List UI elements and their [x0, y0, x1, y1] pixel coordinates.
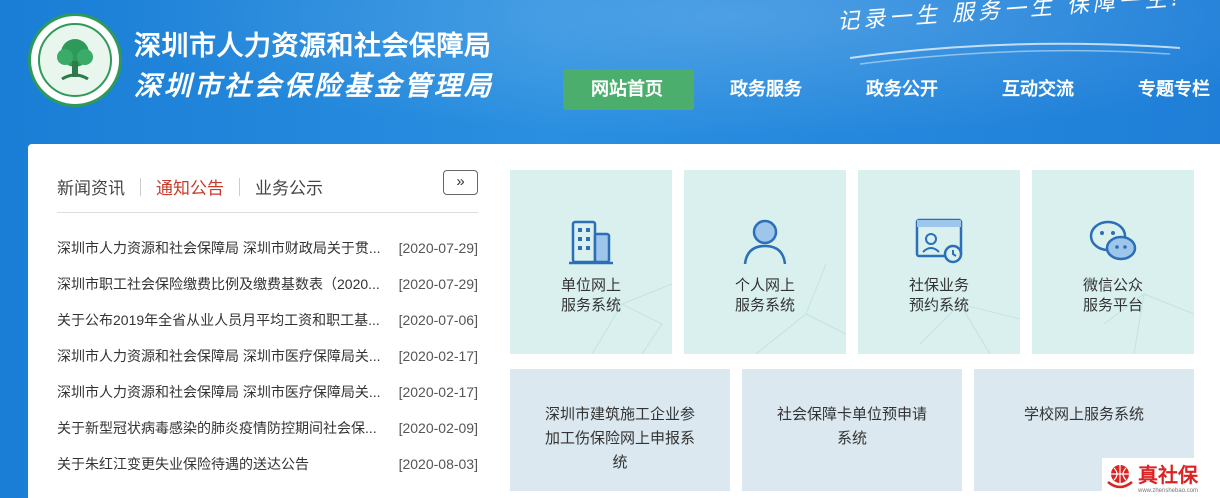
news-title[interactable]: 关于朱红江变更失业保险待遇的送达公告: [57, 454, 385, 474]
tile-label: 个人网上 服务系统: [734, 277, 795, 314]
tile-label: 微信公众 服务平台: [1082, 277, 1143, 314]
tab-notices[interactable]: 通知公告: [156, 174, 224, 199]
tab-divider: [140, 177, 141, 196]
tile-label: 单位网上 服务系统: [560, 277, 621, 314]
org-name-primary: 深圳市人力资源和社会保障局: [134, 31, 492, 62]
news-title[interactable]: 深圳市人力资源和社会保障局 深圳市医疗保障局关...: [57, 382, 385, 402]
news-date: [2020-08-03]: [398, 456, 478, 472]
tab-news[interactable]: 新闻资讯: [57, 174, 125, 199]
nav-government-affairs[interactable]: 政务公开: [866, 69, 938, 110]
service-tile-unit-online[interactable]: 单位网上 服务系统: [510, 170, 672, 354]
news-title[interactable]: 关于新型冠状病毒感染的肺炎疫情防控期间社会保...: [57, 418, 385, 438]
appointment-card-icon: [915, 216, 963, 266]
news-item[interactable]: 关于新型冠状病毒感染的肺炎疫情防控期间社会保... [2020-02-09]: [57, 418, 478, 454]
tree-logo-icon: [38, 23, 112, 97]
service-tile-personal-online[interactable]: 个人网上 服务系统: [684, 170, 846, 354]
news-item[interactable]: 关于公布2019年全省从业人员月平均工资和职工基... [2020-07-06]: [57, 310, 478, 346]
nav-home[interactable]: 网站首页: [563, 69, 694, 110]
news-title[interactable]: 深圳市人力资源和社会保障局 深圳市财政局关于贯...: [57, 238, 385, 258]
tile-label: 社会保障卡单位预申请 系统: [776, 406, 927, 447]
news-item[interactable]: 深圳市职工社会保险缴费比例及缴费基数表（2020... [2020-07-29]: [57, 274, 478, 310]
nav-special-topics[interactable]: 专题专栏: [1138, 69, 1210, 110]
news-date: [2020-02-09]: [398, 420, 478, 436]
slogan-swoosh: [850, 42, 1181, 65]
news-item[interactable]: 深圳市人力资源和社会保障局 深圳市医疗保障局关... [2020-02-17]: [57, 346, 478, 382]
news-date: [2020-02-17]: [398, 348, 478, 364]
news-title[interactable]: 深圳市人力资源和社会保障局 深圳市医疗保障局关...: [57, 346, 385, 366]
nav-interaction[interactable]: 互动交流: [1002, 69, 1074, 110]
news-list: 深圳市人力资源和社会保障局 深圳市财政局关于贯... [2020-07-29] …: [57, 238, 478, 490]
main-nav: 网站首页 政务服务 政务公开 互动交流 专题专栏: [563, 69, 1210, 111]
news-date: [2020-07-29]: [398, 240, 478, 256]
more-button[interactable]: »: [443, 170, 478, 195]
tile-label: 深圳市建筑施工企业参 加工伤保险网上申报系 统: [544, 406, 695, 471]
news-item[interactable]: 关于朱红江变更失业保险待遇的送达公告 [2020-08-03]: [57, 454, 478, 490]
tile-label: 学校网上服务系统: [1023, 406, 1144, 423]
news-tabs: 新闻资讯 通知公告 业务公示: [57, 174, 323, 199]
service-tile-construction-injury[interactable]: 深圳市建筑施工企业参 加工伤保险网上申报系 统: [510, 369, 730, 491]
news-item[interactable]: 深圳市人力资源和社会保障局 深圳市财政局关于贯... [2020-07-29]: [57, 238, 478, 274]
person-icon: [741, 216, 789, 266]
tabs-divider: [57, 212, 478, 213]
tab-divider: [239, 177, 240, 196]
news-date: [2020-07-06]: [398, 312, 478, 328]
service-tile-social-card[interactable]: 社会保障卡单位预申请 系统: [742, 369, 962, 491]
nav-government-services[interactable]: 政务服务: [730, 69, 802, 110]
tile-label: 社保业务 预约系统: [908, 277, 969, 314]
news-date: [2020-07-29]: [398, 276, 478, 292]
news-item[interactable]: 深圳市人力资源和社会保障局 深圳市医疗保障局关... [2020-02-17]: [57, 382, 478, 418]
news-title[interactable]: 深圳市职工社会保险缴费比例及缴费基数表（2020...: [57, 274, 385, 294]
tab-business-publicity[interactable]: 业务公示: [255, 174, 323, 199]
globe-hands-icon: [1107, 465, 1133, 489]
service-tile-appointment[interactable]: 社保业务 预约系统: [858, 170, 1020, 354]
news-title[interactable]: 关于公布2019年全省从业人员月平均工资和职工基...: [57, 310, 385, 330]
org-name-secondary: 深圳市社会保险基金管理局: [134, 71, 494, 102]
news-date: [2020-02-17]: [398, 384, 478, 400]
service-tile-wechat[interactable]: 微信公众 服务平台: [1032, 170, 1194, 354]
org-logo[interactable]: [28, 13, 122, 107]
watermark-subtext: www.zhenshebao.com: [1138, 487, 1199, 494]
wechat-icon: [1089, 216, 1137, 266]
watermark-text: 真社保: [1138, 462, 1198, 487]
watermark-logo: 真社保 www.zhenshebao.com: [1102, 458, 1214, 494]
building-icon: [567, 216, 615, 266]
